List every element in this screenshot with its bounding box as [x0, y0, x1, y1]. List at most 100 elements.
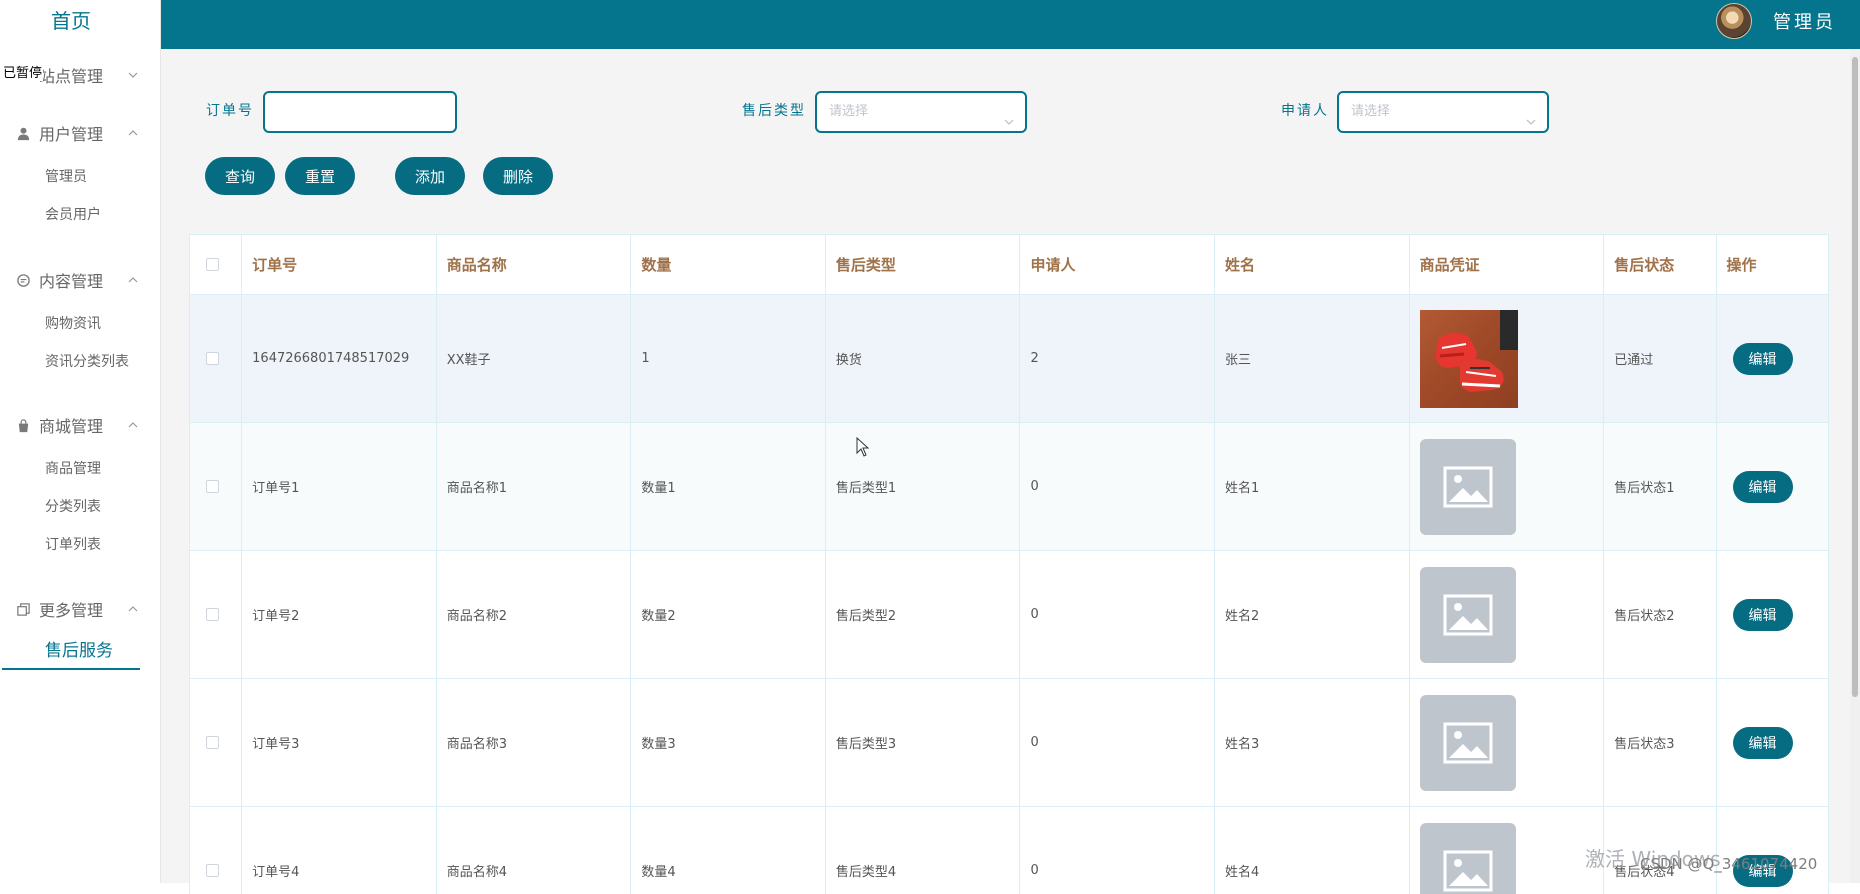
table-row[interactable]: 1647266801748517029 XX鞋子 1 换货 2 张三: [190, 295, 1829, 423]
product-cell: 商品名称1: [436, 423, 631, 551]
chevron-down-icon: [1003, 106, 1015, 118]
menu-head-content[interactable]: 内容管理: [0, 265, 160, 295]
status-cell: 售后状态1: [1604, 423, 1716, 551]
shoe-photo[interactable]: [1420, 310, 1518, 408]
status-cell: 售后状态2: [1604, 551, 1716, 679]
copy-icon: [14, 600, 32, 618]
admin-name[interactable]: 管理员: [1773, 8, 1836, 34]
type-cell: 售后类型1: [825, 423, 1020, 551]
menu-head-more[interactable]: 更多管理: [0, 594, 160, 624]
column-header[interactable]: 姓名: [1215, 235, 1410, 295]
column-header[interactable]: 商品凭证: [1409, 235, 1604, 295]
bag-icon: [14, 416, 32, 434]
status-cell: 售后状态3: [1604, 679, 1716, 807]
reset-button[interactable]: 重置: [285, 157, 355, 195]
action-cell: 编辑: [1716, 679, 1828, 807]
sidebar-item-categories[interactable]: 分类列表: [0, 488, 160, 526]
query-button[interactable]: 查询: [205, 157, 275, 195]
row-checkbox[interactable]: [206, 864, 219, 877]
qty-cell: 1: [631, 295, 826, 423]
column-header[interactable]: 售后状态: [1604, 235, 1716, 295]
image-placeholder-icon[interactable]: [1420, 439, 1516, 535]
order-no-cell: 1647266801748517029: [242, 295, 437, 423]
row-checkbox[interactable]: [206, 352, 219, 365]
type-cell: 售后类型3: [825, 679, 1020, 807]
user-icon: [14, 124, 32, 142]
topbar: 管理员: [161, 0, 1860, 49]
column-header[interactable]: 数量: [631, 235, 826, 295]
edit-button[interactable]: 编辑: [1733, 471, 1793, 503]
after-sales-type-label: 售后类型: [742, 100, 806, 120]
row-select-cell: [190, 679, 242, 807]
chevron-up-icon: [126, 417, 140, 431]
column-header[interactable]: 商品名称: [436, 235, 631, 295]
applicant-cell: 0: [1020, 551, 1215, 679]
menu-group-more: 更多管理 售后服务: [0, 594, 160, 670]
menu-head-shop[interactable]: 商城管理: [0, 410, 160, 440]
image-cell: [1409, 679, 1604, 807]
row-checkbox[interactable]: [206, 608, 219, 621]
sidebar-item-member[interactable]: 会员用户: [0, 196, 160, 234]
menu-head-label: 商城管理: [39, 413, 103, 437]
sidebar-item-orders[interactable]: 订单列表: [0, 526, 160, 564]
sidebar-item-after-sales[interactable]: 售后服务: [2, 632, 140, 670]
applicant-cell: 2: [1020, 295, 1215, 423]
row-checkbox[interactable]: [206, 736, 219, 749]
menu-group-shop: 商城管理 商品管理 分类列表 订单列表: [0, 410, 160, 564]
paused-label: 已暂停: [2, 62, 43, 81]
select-all-checkbox[interactable]: [206, 258, 219, 271]
sidebar-item-news[interactable]: 购物资讯: [0, 305, 160, 343]
table-row[interactable]: 订单号4 商品名称4 数量4 售后类型4 0 姓名4 售后状态4 编辑: [190, 807, 1829, 894]
avatar[interactable]: [1716, 3, 1752, 39]
column-header[interactable]: 操作: [1716, 235, 1828, 295]
row-select-cell: [190, 551, 242, 679]
edit-button[interactable]: 编辑: [1733, 343, 1793, 375]
applicant-cell: 0: [1020, 807, 1215, 894]
chevron-up-icon: [126, 601, 140, 615]
sidebar-item-news-category[interactable]: 资讯分类列表: [0, 343, 160, 381]
sidebar-item-products[interactable]: 商品管理: [0, 450, 160, 488]
image-placeholder-icon[interactable]: [1420, 567, 1516, 663]
menu-head-user[interactable]: 用户管理: [0, 118, 160, 148]
table-header-row: 订单号 商品名称 数量 售后类型 申请人 姓名 商品凭证 售后状态 操作: [190, 235, 1829, 295]
qty-cell: 数量1: [631, 423, 826, 551]
order-no-input[interactable]: [263, 91, 457, 133]
edit-button[interactable]: 编辑: [1733, 599, 1793, 631]
table-row[interactable]: 订单号1 商品名称1 数量1 售后类型1 0 姓名1 售后状态1 编辑: [190, 423, 1829, 551]
applicant-select[interactable]: 请选择: [1337, 91, 1549, 133]
name-cell: 姓名2: [1215, 551, 1410, 679]
product-cell: 商品名称3: [436, 679, 631, 807]
after-sales-type-select[interactable]: 请选择: [815, 91, 1027, 133]
table-row[interactable]: 订单号3 商品名称3 数量3 售后类型3 0 姓名3 售后状态3 编辑: [190, 679, 1829, 807]
image-cell: [1409, 807, 1604, 894]
image-placeholder-icon[interactable]: [1420, 695, 1516, 791]
image-placeholder-icon[interactable]: [1420, 823, 1516, 894]
mouse-cursor-icon: [856, 437, 870, 457]
add-button[interactable]: 添加: [395, 157, 465, 195]
chevron-up-icon: [126, 125, 140, 139]
main-scrollbar[interactable]: [1850, 49, 1860, 883]
column-header[interactable]: 售后类型: [825, 235, 1020, 295]
name-cell: 姓名3: [1215, 679, 1410, 807]
edit-button[interactable]: 编辑: [1733, 727, 1793, 759]
order-no-cell: 订单号4: [242, 807, 437, 894]
image-cell: [1409, 423, 1604, 551]
applicant-label: 申请人: [1281, 100, 1329, 120]
menu-head-label: 内容管理: [39, 268, 103, 292]
scrollbar-thumb[interactable]: [1852, 57, 1858, 697]
type-cell: 换货: [825, 295, 1020, 423]
image-cell: [1409, 551, 1604, 679]
column-header[interactable]: 订单号: [242, 235, 437, 295]
row-select-cell: [190, 807, 242, 894]
menu-head-label: 更多管理: [39, 597, 103, 621]
row-checkbox[interactable]: [206, 480, 219, 493]
column-header[interactable]: 申请人: [1020, 235, 1215, 295]
chat-icon: [14, 271, 32, 289]
applicant-placeholder: 请选择: [1351, 104, 1390, 119]
sidebar-item-admin[interactable]: 管理员: [0, 158, 160, 196]
home-link[interactable]: 首页: [0, 6, 142, 36]
delete-button[interactable]: 删除: [483, 157, 553, 195]
select-all-cell: [190, 235, 242, 295]
table-row[interactable]: 订单号2 商品名称2 数量2 售后类型2 0 姓名2 售后状态2 编辑: [190, 551, 1829, 679]
product-cell: 商品名称2: [436, 551, 631, 679]
